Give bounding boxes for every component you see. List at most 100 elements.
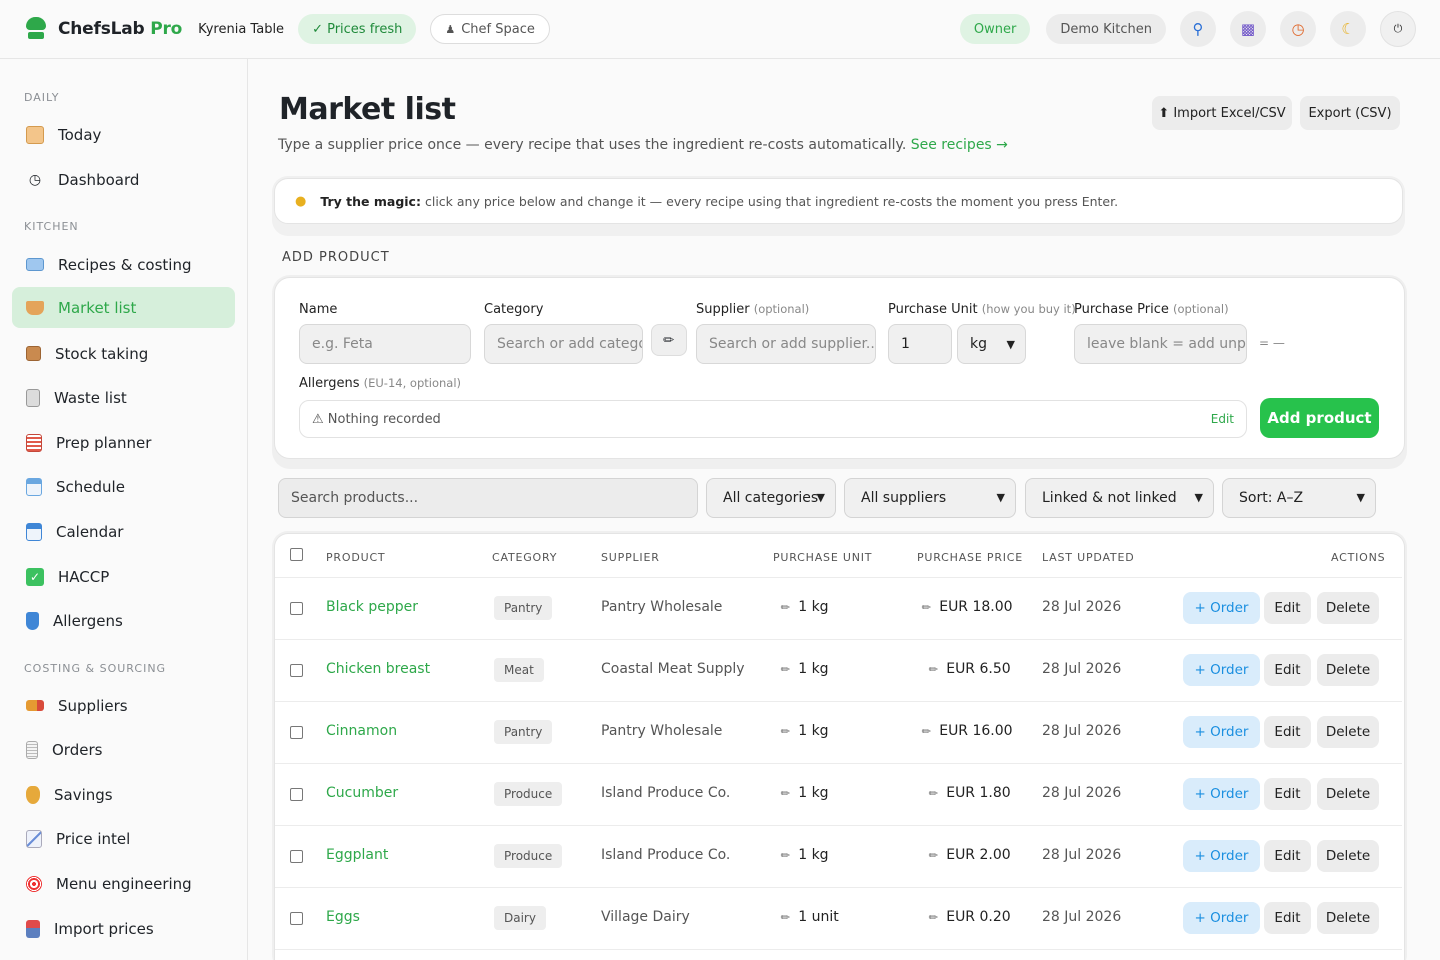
unit-cell[interactable]: ✎ 1 kg	[778, 723, 829, 739]
delete-button[interactable]: Delete	[1317, 592, 1379, 624]
product-search-input[interactable]: Search products...	[278, 478, 698, 518]
row-checkbox[interactable]	[290, 912, 303, 925]
theme-toggle-button[interactable]: ☾	[1330, 11, 1366, 47]
order-button[interactable]: + Order	[1183, 840, 1260, 872]
delete-button[interactable]: Delete	[1317, 716, 1379, 748]
edit-button[interactable]: Edit	[1264, 654, 1311, 686]
sidebar-item-recipes[interactable]: Recipes & costing	[12, 244, 235, 285]
robot-button[interactable]: ▩	[1230, 11, 1266, 47]
col-purchase-unit[interactable]: PURCHASE UNIT	[773, 551, 872, 564]
search-button[interactable]: ⚲	[1180, 11, 1216, 47]
edit-button[interactable]: Edit	[1264, 840, 1311, 872]
prices-fresh-badge[interactable]: ✓ Prices fresh	[298, 14, 417, 44]
unit-cell[interactable]: ✎ 1 kg	[778, 661, 829, 677]
col-category[interactable]: CATEGORY	[492, 551, 557, 564]
unit-cell[interactable]: ✎ 1 kg	[778, 785, 829, 801]
delete-button[interactable]: Delete	[1317, 778, 1379, 810]
edit-button[interactable]: Edit	[1264, 592, 1311, 624]
manage-categories-button[interactable]: ✎	[651, 324, 687, 356]
sidebar-item-market-list[interactable]: Market list	[12, 287, 235, 328]
sidebar-item-calendar[interactable]: Calendar	[12, 511, 235, 552]
product-name-link[interactable]: Cinnamon	[326, 723, 397, 739]
row-checkbox[interactable]	[290, 664, 303, 677]
sidebar-item-suppliers[interactable]: Suppliers	[12, 685, 235, 726]
sidebar-item-menu-engineering[interactable]: Menu engineering	[12, 863, 235, 904]
price-cell[interactable]: ✎ EUR 1.80	[926, 785, 1011, 801]
sidebar-item-prep-planner[interactable]: Prep planner	[12, 422, 235, 463]
price-cell[interactable]: ✎ EUR 18.00	[919, 599, 1013, 615]
unit-cell[interactable]: ✎ 1 unit	[778, 909, 839, 925]
chart-icon	[26, 829, 42, 848]
sidebar-item-allergens[interactable]: Allergens	[12, 600, 235, 641]
linked-filter[interactable]: Linked & not linked ▼	[1025, 478, 1214, 518]
price-cell[interactable]: ✎ EUR 6.50	[926, 661, 1011, 677]
sidebar-item-orders[interactable]: Orders	[12, 729, 235, 770]
unit-cell[interactable]: ✎ 1 kg	[778, 599, 829, 615]
sidebar-item-waste-list[interactable]: Waste list	[12, 377, 235, 418]
price-cell[interactable]: ✎ EUR 2.00	[926, 847, 1011, 863]
col-last-updated[interactable]: LAST UPDATED	[1042, 551, 1134, 564]
row-checkbox[interactable]	[290, 850, 303, 863]
name-input[interactable]: e.g. Feta	[299, 324, 471, 364]
delete-button[interactable]: Delete	[1317, 654, 1379, 686]
sidebar-item-haccp[interactable]: ✓ HACCP	[12, 556, 235, 597]
col-product[interactable]: PRODUCT	[326, 551, 385, 564]
edit-button[interactable]: Edit	[1264, 902, 1311, 934]
allergens-edit-link[interactable]: Edit	[1211, 412, 1234, 426]
sidebar-item-savings[interactable]: Savings	[12, 774, 235, 815]
updated-cell: 28 Jul 2026	[1042, 661, 1122, 677]
purchase-price-input[interactable]: leave blank = add unpriced	[1074, 324, 1247, 364]
order-button[interactable]: + Order	[1183, 654, 1260, 686]
unit-select[interactable]: kg ▼	[957, 324, 1026, 364]
unit-cell[interactable]: ✎ 1 kg	[778, 847, 829, 863]
moon-icon: ☾	[1341, 20, 1355, 38]
col-purchase-price[interactable]: PURCHASE PRICE	[917, 551, 1023, 564]
add-product-button[interactable]: Add product	[1260, 398, 1379, 438]
order-button[interactable]: + Order	[1183, 592, 1260, 624]
export-button[interactable]: Export (CSV)	[1300, 96, 1400, 130]
delete-button[interactable]: Delete	[1317, 902, 1379, 934]
edit-button[interactable]: Edit	[1264, 716, 1311, 748]
table-row	[275, 949, 1402, 960]
product-name-link[interactable]: Eggs	[326, 909, 360, 925]
row-checkbox[interactable]	[290, 602, 303, 615]
timer-button[interactable]: ◷	[1280, 11, 1316, 47]
basket-icon	[26, 300, 44, 315]
role-badge[interactable]: Owner	[959, 14, 1031, 44]
product-name-link[interactable]: Eggplant	[326, 847, 388, 863]
row-checkbox[interactable]	[290, 726, 303, 739]
order-button[interactable]: + Order	[1183, 778, 1260, 810]
product-name-link[interactable]: Chicken breast	[326, 661, 430, 677]
sidebar: DAILY KITCHEN COSTING & SOURCING Today ◷…	[0, 59, 248, 960]
see-recipes-link[interactable]: See recipes →	[911, 137, 1008, 153]
sidebar-item-schedule[interactable]: Schedule	[12, 466, 235, 507]
supplier-input[interactable]: Search or add supplier...	[696, 324, 876, 364]
sidebar-item-today[interactable]: Today	[12, 114, 235, 155]
sidebar-item-price-intel[interactable]: Price intel	[12, 818, 235, 859]
supplier-filter[interactable]: All suppliers ▼	[844, 478, 1016, 518]
price-cell[interactable]: ✎ EUR 16.00	[919, 723, 1013, 739]
import-button[interactable]: ⬆ Import Excel/CSV	[1152, 96, 1292, 130]
unit-quantity-input[interactable]: 1	[888, 324, 952, 364]
order-button[interactable]: + Order	[1183, 902, 1260, 934]
allergens-field[interactable]: ⚠ Nothing recorded Edit	[299, 400, 1247, 438]
logo[interactable]: ChefsLab Pro	[24, 17, 182, 41]
price-cell[interactable]: ✎ EUR 0.20	[926, 909, 1011, 925]
col-supplier[interactable]: SUPPLIER	[601, 551, 660, 564]
product-name-link[interactable]: Cucumber	[326, 785, 398, 801]
kitchen-switcher[interactable]: Demo Kitchen	[1046, 14, 1166, 44]
delete-button[interactable]: Delete	[1317, 840, 1379, 872]
sidebar-item-dashboard[interactable]: ◷ Dashboard	[12, 159, 235, 200]
category-filter[interactable]: All categories ▼	[706, 478, 836, 518]
category-input[interactable]: Search or add category	[484, 324, 643, 364]
power-button[interactable]: ⏻	[1380, 11, 1416, 47]
sidebar-item-stock-taking[interactable]: Stock taking	[12, 333, 235, 374]
sidebar-item-import-prices[interactable]: Import prices	[12, 908, 235, 949]
edit-button[interactable]: Edit	[1264, 778, 1311, 810]
chef-space-button[interactable]: ♟ Chef Space	[430, 14, 550, 44]
sort-select[interactable]: Sort: A–Z ▼	[1222, 478, 1376, 518]
select-all-checkbox[interactable]	[290, 548, 303, 561]
row-checkbox[interactable]	[290, 788, 303, 801]
product-name-link[interactable]: Black pepper	[326, 599, 418, 615]
order-button[interactable]: + Order	[1183, 716, 1260, 748]
